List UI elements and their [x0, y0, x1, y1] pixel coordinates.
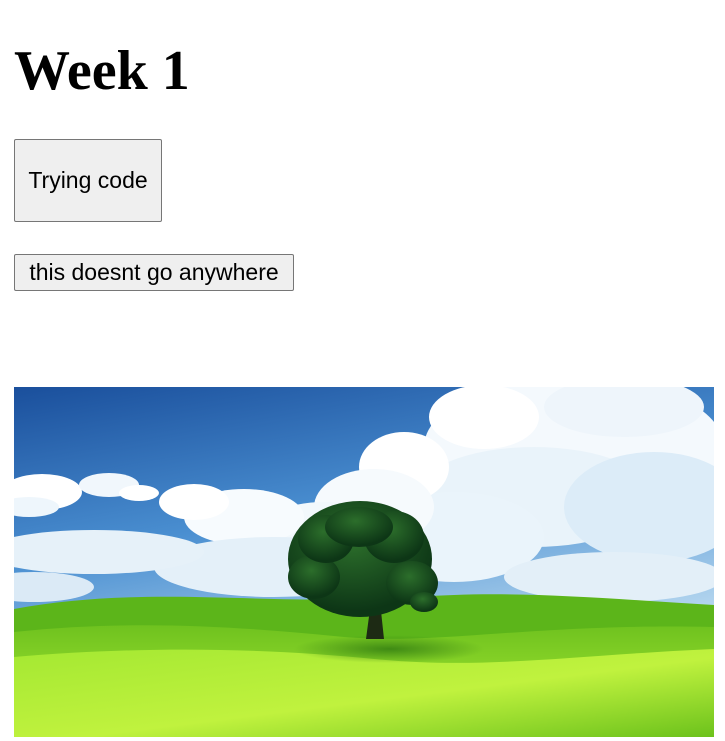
- tree-shadow: [294, 635, 484, 663]
- page: Week 1 Trying code this doesnt go anywhe…: [0, 0, 725, 741]
- landscape-illustration: [14, 387, 714, 737]
- nowhere-button[interactable]: this doesnt go anywhere: [14, 254, 294, 291]
- landscape-image: [14, 387, 714, 737]
- trying-code-button[interactable]: Trying code: [14, 139, 162, 222]
- page-title: Week 1: [14, 40, 190, 102]
